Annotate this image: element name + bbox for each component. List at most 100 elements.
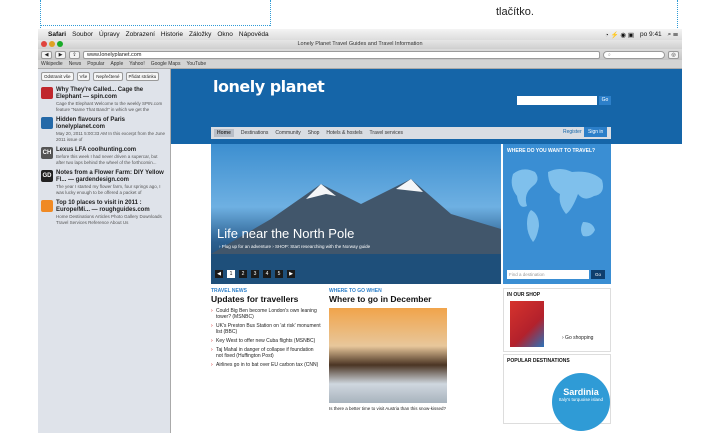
zoom-button[interactable]: [57, 41, 63, 47]
reading-list-title: Top 10 places to visit in 2011 : Europe/…: [56, 200, 150, 213]
register-link[interactable]: Register: [563, 129, 582, 135]
where-caption[interactable]: Is there a better time to visit Austria …: [329, 406, 449, 411]
hero-page-button[interactable]: 4: [263, 270, 271, 278]
reading-list-item[interactable]: Top 10 places to visit in 2011 : Europe/…: [41, 200, 167, 225]
callout-line-top: [40, 25, 270, 26]
menu-help[interactable]: Nápověda: [239, 31, 269, 38]
bookmark-news[interactable]: News: [69, 61, 82, 67]
callout-line-mid: [270, 0, 271, 26]
destination-input[interactable]: Find a destination: [507, 270, 589, 279]
unread-tab[interactable]: Nepřečtené: [93, 72, 123, 81]
reading-list-desc: Cage the Elephant Welcome to the weekly …: [56, 101, 163, 112]
share-button[interactable]: ⇪: [69, 50, 80, 59]
reading-list-item[interactable]: Why They're Called... Cage the Elephant …: [41, 87, 167, 112]
bookmark-google-maps[interactable]: Google Maps: [151, 61, 181, 67]
hero-page-button[interactable]: ◀: [215, 270, 223, 278]
reading-list-desc: Before this week I had never driven a su…: [56, 154, 158, 165]
reading-list-sidebar: Odstranit vše Vše Nepřečtené Přidat strá…: [38, 69, 171, 433]
minimize-button[interactable]: [49, 41, 55, 47]
hero-subtitle[interactable]: › Plug up for an adventure › SHOP: Start…: [219, 244, 370, 249]
reading-list-item[interactable]: Hidden flavours of Paris lonelyplanet.co…: [41, 117, 167, 142]
where-title[interactable]: Where to go in December: [329, 294, 449, 304]
site-logo[interactable]: lonely planet: [213, 77, 325, 96]
bookmark-youtube[interactable]: YouTube: [186, 61, 206, 67]
forward-button[interactable]: ▶: [55, 50, 66, 59]
reading-list-icon[interactable]: ◎: [668, 50, 679, 59]
reading-list-title: Hidden flavours of Paris lonelyplanet.co…: [56, 117, 126, 130]
hero-page-button[interactable]: ▶: [287, 270, 295, 278]
news-item[interactable]: Airlines go in to bat over EU carbon tax…: [211, 362, 321, 368]
go-shopping-link[interactable]: › Go shopping: [562, 335, 593, 341]
sign-in-button[interactable]: Sign in: [584, 127, 608, 137]
all-tab[interactable]: Vše: [76, 72, 91, 81]
nav-travel-services[interactable]: Travel services: [370, 130, 403, 136]
hero-page-button[interactable]: 3: [251, 270, 259, 278]
menu-window[interactable]: Okno: [217, 31, 233, 38]
reading-list-title: Notes from a Flower Farm: DIY Yellow Fl.…: [56, 170, 164, 183]
clear-all-button[interactable]: Odstranit vše: [41, 72, 74, 81]
destination-badge[interactable]: Sardinia Italy's turquoise island: [552, 373, 610, 431]
news-item[interactable]: Could Big Ben become London's own leanin…: [211, 308, 321, 320]
bookmark-wikipedia[interactable]: Wikipedie: [41, 61, 63, 67]
add-page-button[interactable]: Přidat stránku: [125, 72, 160, 81]
hero-page-button[interactable]: 2: [239, 270, 247, 278]
where-to-go: WHERE TO GO WHEN Where to go in December…: [329, 288, 449, 411]
back-button[interactable]: ◀: [41, 50, 52, 59]
nav-home[interactable]: Home: [214, 129, 234, 137]
callout-line-right: [677, 0, 678, 28]
reading-list: Why They're Called... Cage the Elephant …: [41, 87, 167, 225]
hero-page-button[interactable]: 1: [227, 270, 235, 278]
reading-list-item[interactable]: CH Lexus LFA coolhunting.com Before this w…: [41, 147, 167, 165]
map-title: WHERE DO YOU WANT TO TRAVEL?: [507, 148, 596, 154]
menu-history[interactable]: Historie: [161, 31, 183, 38]
destination-go-button[interactable]: Go: [591, 270, 605, 279]
menu-edit[interactable]: Úpravy: [99, 31, 120, 38]
nav-community[interactable]: Community: [275, 130, 300, 136]
news-list: Could Big Ben become London's own leanin…: [211, 308, 321, 368]
rg-icon: [41, 200, 53, 212]
hero-image[interactable]: Life near the North Pole › Plug up for a…: [211, 144, 501, 284]
shop-panel: IN OUR SHOP › Go shopping: [503, 288, 611, 352]
close-button[interactable]: [41, 41, 47, 47]
main-area: Odstranit vše Vše Nepřečtené Přidat strá…: [38, 69, 682, 433]
menu-file[interactable]: Soubor: [72, 31, 93, 38]
window-controls: [41, 41, 63, 47]
ch-icon: CH: [41, 147, 53, 159]
site-search-input[interactable]: [517, 96, 597, 105]
menu-bar: Safari Soubor Úpravy Zobrazení Historie …: [38, 29, 682, 40]
hero-title[interactable]: Life near the North Pole: [217, 226, 354, 241]
bookmark-apple[interactable]: Apple: [110, 61, 123, 67]
reading-list-desc: May 20, 2011 5:00:33 AM In this excerpt …: [56, 131, 165, 142]
world-map-icon[interactable]: [503, 144, 611, 284]
menu-clock[interactable]: po 9:41: [640, 31, 662, 38]
mountain-illustration: [211, 179, 501, 284]
reading-list-item[interactable]: GD Notes from a Flower Farm: DIY Yellow F…: [41, 170, 167, 195]
news-item[interactable]: Taj Mahal in danger of collapse if found…: [211, 347, 321, 359]
news-item[interactable]: Key West to offer new Cuba flights (MSNB…: [211, 338, 321, 344]
popular-destinations: POPULAR DESTINATIONS Sardinia Italy's tu…: [503, 354, 611, 431]
nav-shop[interactable]: Shop: [308, 130, 320, 136]
hero-page-button[interactable]: 5: [275, 270, 283, 278]
nav-destinations[interactable]: Destinations: [241, 130, 269, 136]
menu-safari[interactable]: Safari: [48, 31, 66, 38]
spin-icon: [41, 87, 53, 99]
reading-list-desc: The year I started my flower farm, four …: [56, 184, 161, 195]
address-field[interactable]: www.lonelyplanet.com: [83, 50, 600, 59]
reading-list-title: Why They're Called... Cage the Elephant …: [56, 87, 144, 100]
safari-window: Safari Soubor Úpravy Zobrazení Historie …: [38, 29, 682, 433]
site-search-button[interactable]: Go: [599, 96, 611, 105]
austria-photo[interactable]: [329, 308, 447, 403]
menu-bookmarks[interactable]: Záložky: [189, 31, 211, 38]
search-field[interactable]: ⌕: [603, 50, 665, 59]
site-nav: Home Destinations Community Shop Hotels …: [211, 127, 611, 139]
guidebook-image[interactable]: [510, 301, 544, 347]
news-item[interactable]: UK's Preston Bus Station on 'at risk' mo…: [211, 323, 321, 335]
news-title[interactable]: Updates for travellers: [211, 294, 321, 304]
shop-label: IN OUR SHOP: [507, 292, 541, 298]
nav-hotels[interactable]: Hotels & hostels: [326, 130, 362, 136]
menu-view[interactable]: Zobrazení: [126, 31, 155, 38]
destination-sub: Italy's turquoise island: [558, 397, 604, 402]
bookmark-popular[interactable]: Popular: [87, 61, 104, 67]
spotlight-icon[interactable]: ⌕ ☰: [668, 31, 678, 39]
bookmark-yahoo[interactable]: Yahoo!: [129, 61, 144, 67]
